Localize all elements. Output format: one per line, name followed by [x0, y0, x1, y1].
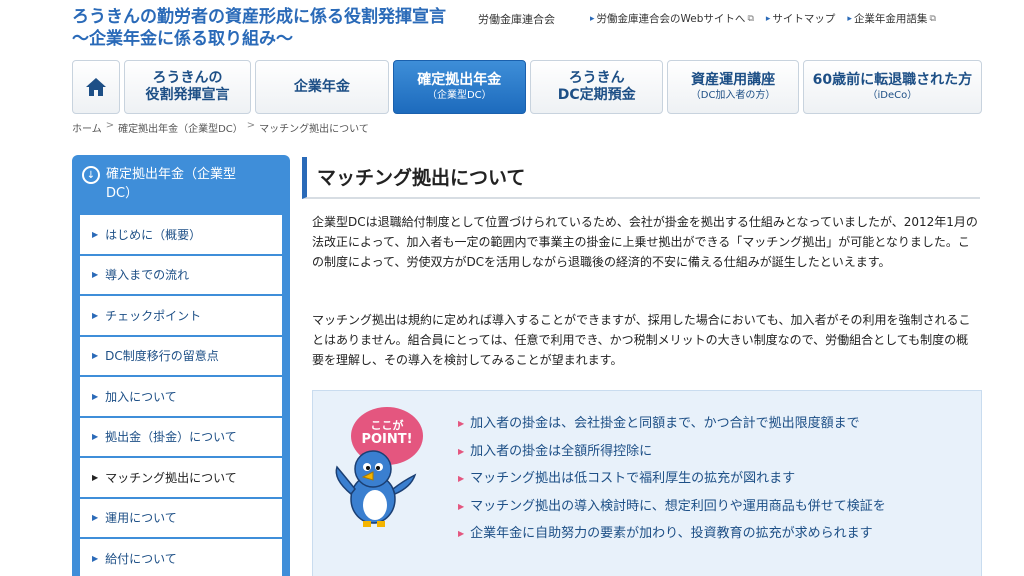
triangle-right-icon: ▶ — [92, 229, 99, 239]
triangle-right-icon: ▶ — [92, 310, 99, 320]
nav-item-dc-deposit[interactable]: ろうきん DC定期預金 — [530, 60, 664, 114]
arrow-down-circle-icon: ↓ — [82, 166, 100, 184]
site-title-line2: 〜企業年金に係る取り組み〜 — [72, 29, 293, 49]
body-paragraph-1: 企業型DCは退職給付制度として位置づけられているため、会社が掛金を拠出する仕組み… — [312, 215, 978, 269]
point-box: ここが POINT! ▶ 加入者の掛金は、会社掛金と同額まで、かつ合計で拠出限度額… — [312, 390, 982, 576]
nav-item-declaration[interactable]: ろうきんの 役割発揮宣言 — [123, 60, 252, 114]
sidebar-item-matching[interactable]: ▶ マッチング拠出について — [80, 458, 282, 497]
triangle-right-icon: ▶ — [458, 419, 465, 428]
nav-item-corporate-pension[interactable]: 企業年金 — [255, 60, 389, 114]
body-paragraph-2: マッチング拠出は規約に定めれば導入することができますが、採用した場合においても、… — [312, 313, 971, 367]
top-link-label: サイトマップ — [772, 13, 836, 25]
top-link-website[interactable]: ▸ 労働金庫連合会のWebサイトへ ⧉ — [590, 11, 754, 26]
sidebar-item-benefits[interactable]: ▶ 給付について — [80, 539, 282, 576]
sidebar: ↓ 確定拠出年金（企業型 DC） ▶ はじめに（概要） ▶ 導入までの流れ ▶ チェッ… — [72, 155, 290, 576]
point-item-text: 企業年金に自助努力の要素が加わり、投資教育の拡充が求められます — [470, 526, 873, 541]
point-item: ▶ マッチング拠出は低コストで福利厚生の拡充が図れます — [458, 470, 886, 488]
sidebar-item-label: 導入までの流れ — [105, 268, 190, 283]
triangle-right-icon: ▶ — [92, 391, 99, 401]
point-item-text: マッチング拠出は低コストで福利厚生の拡充が図れます — [470, 471, 796, 486]
sidebar-item-label: 加入について — [105, 389, 177, 404]
sidebar-item-contribution[interactable]: ▶ 拠出金（掛金）について — [80, 417, 282, 456]
nav-item-label: 資産運用講座 — [691, 72, 776, 88]
nav-item-sublabel: （企業型DC） — [426, 90, 492, 101]
bird-mascot-icon — [335, 450, 417, 527]
sidebar-item-enrollment[interactable]: ▶ 加入について — [80, 377, 282, 416]
point-item-text: マッチング拠出の導入検討時に、想定利回りや運用商品も併せて検証を — [470, 498, 886, 514]
chevron-right-icon: ▸ — [590, 13, 595, 24]
sidebar-heading-line1: 確定拠出年金（企業型 — [106, 167, 237, 182]
sidebar-item-label: 拠出金（掛金）について — [105, 430, 237, 445]
triangle-right-icon: ▶ — [92, 553, 99, 563]
nav-item-sublabel: （iDeCo） — [867, 90, 918, 101]
sidebar-item-label: 給付について — [105, 551, 177, 566]
top-link-label: 労働金庫連合会のWebサイトへ — [596, 13, 746, 25]
triangle-right-icon: ▶ — [458, 446, 465, 456]
triangle-right-icon: ▶ — [92, 432, 99, 442]
triangle-right-icon: ▶ — [92, 270, 99, 280]
chevron-right-icon: ▸ — [765, 13, 771, 24]
top-link-sitemap[interactable]: ▸ サイトマップ — [766, 11, 836, 26]
triangle-right-icon: ▶ — [92, 351, 99, 361]
triangle-right-icon: ▶ — [458, 529, 465, 538]
nav-item-label: ろうきん — [568, 70, 625, 86]
nav-item-dc[interactable]: 確定拠出年金 （企業型DC） — [392, 60, 526, 114]
breadcrumb: ホーム > 確定拠出年金（企業型DC） > マッチング拠出について — [72, 120, 369, 135]
site-title[interactable]: ろうきんの勤労者の資産形成に係る役割発揮宣言 〜企業年金に係る取り組み〜 — [72, 6, 446, 50]
breadcrumb-separator: > — [105, 120, 115, 131]
sidebar-item-label: チェックポイント — [105, 308, 202, 323]
chevron-right-icon: ▸ — [847, 13, 852, 24]
home-icon — [85, 78, 106, 96]
point-item-text: 加入者の掛金は、会社掛金と同額まで、かつ合計で拠出限度額まで — [470, 416, 860, 431]
sidebar-item-flow[interactable]: ▶ 導入までの流れ — [80, 255, 282, 294]
sidebar-heading-line2: DC） — [106, 186, 139, 201]
nav-item-label: ろうきんの — [152, 70, 223, 86]
nav-item-label: 確定拠出年金 — [417, 72, 502, 88]
top-link-label: 企業年金用語集 — [853, 13, 928, 25]
sidebar-item-label: DC制度移行の留意点 — [105, 349, 219, 364]
breadcrumb-current: マッチング拠出について — [259, 124, 369, 135]
triangle-right-icon: ▶ — [92, 472, 99, 482]
top-links: ▸ 労働金庫連合会のWebサイトへ ⧉ ▸ サイトマップ ▸ 企業年金用語集 ⧉ — [590, 11, 936, 26]
sidebar-item-investment[interactable]: ▶ 運用について — [80, 498, 282, 537]
nav-item-label-2: DC定期預金 — [557, 87, 636, 103]
page-title: マッチング拠出について — [302, 157, 980, 199]
triangle-right-icon: ▶ — [458, 474, 465, 483]
point-item: ▶ マッチング拠出の導入検討時に、想定利回りや運用商品も併せて検証を — [458, 498, 886, 516]
global-nav: ろうきんの 役割発揮宣言 企業年金 確定拠出年金 （企業型DC） ろうきん DC… — [72, 60, 982, 114]
point-item: ▶ 加入者の掛金は、会社掛金と同額まで、かつ合計で拠出限度額まで — [458, 415, 886, 433]
triangle-right-icon: ▶ — [458, 501, 465, 511]
nav-item-label-2: 役割発揮宣言 — [145, 87, 230, 103]
point-item: ▶ 企業年金に自助努力の要素が加わり、投資教育の拡充が求められます — [458, 525, 886, 543]
breadcrumb-separator: > — [246, 120, 256, 131]
sidebar-item-intro[interactable]: ▶ はじめに（概要） — [80, 215, 282, 254]
point-list: ▶ 加入者の掛金は、会社掛金と同額まで、かつ合計で拠出限度額まで ▶ 加入者の掛金は… — [458, 415, 886, 543]
sidebar-item-label: 運用について — [105, 511, 177, 526]
point-item-text: 加入者の掛金は全額所得控除に — [470, 443, 653, 459]
point-badge-line1: ここが — [370, 419, 404, 432]
sidebar-item-label: はじめに（概要） — [105, 227, 202, 242]
sidebar-item-label: マッチング拠出について — [105, 470, 237, 485]
nav-item-label: 60歳前に転退職された方 — [812, 72, 973, 88]
breadcrumb-home[interactable]: ホーム — [72, 120, 102, 135]
triangle-right-icon: ▶ — [92, 513, 99, 523]
sidebar-list: ▶ はじめに（概要） ▶ 導入までの流れ ▶ チェックポイント ▶ DC制度移行の留意点… — [80, 215, 282, 576]
nav-home-button[interactable] — [72, 60, 120, 114]
external-link-icon: ⧉ — [747, 13, 754, 24]
site-title-line1: ろうきんの勤労者の資産形成に係る役割発揮宣言 — [72, 7, 446, 27]
nav-item-sublabel: （DC加入者の方） — [690, 90, 776, 101]
org-name: 労働金庫連合会 — [478, 13, 555, 26]
nav-item-label: 企業年金 — [293, 78, 350, 95]
nav-item-asset-course[interactable]: 資産運用講座 （DC加入者の方） — [667, 60, 799, 114]
external-link-icon: ⧉ — [929, 13, 936, 24]
nav-item-ideco[interactable]: 60歳前に転退職された方 （iDeCo） — [802, 60, 982, 114]
top-link-glossary[interactable]: ▸ 企業年金用語集 ⧉ — [847, 11, 935, 26]
sidebar-item-checkpoint[interactable]: ▶ チェックポイント — [80, 296, 282, 335]
sidebar-item-migration[interactable]: ▶ DC制度移行の留意点 — [80, 336, 282, 375]
sidebar-heading[interactable]: ↓ 確定拠出年金（企業型 DC） — [80, 163, 282, 215]
breadcrumb-dc[interactable]: 確定拠出年金（企業型DC） — [118, 120, 243, 135]
point-item: ▶ 加入者の掛金は全額所得控除に — [458, 443, 886, 461]
